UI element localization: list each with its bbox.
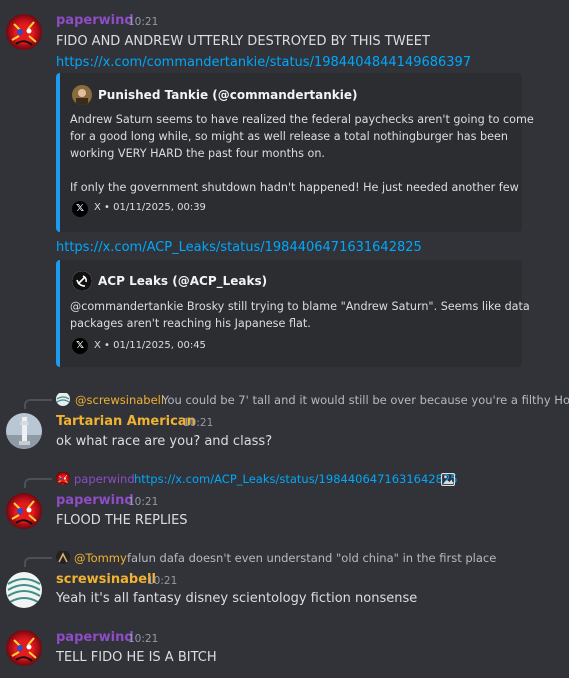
x-logo-icon: 𝕏 (72, 201, 88, 217)
message-timestamp: 10:21 (147, 575, 178, 587)
username-screwsinabell[interactable]: screwsinabell (56, 572, 156, 587)
embed-description: @commandertankie Brosky still trying to … (70, 298, 530, 332)
embed-author-avatar (72, 85, 92, 105)
embed-line: working VERY HARD the past four months o… (70, 147, 325, 160)
embed-line: for a good long while, so might as well … (70, 130, 509, 143)
message-timestamp: 10:21 (128, 633, 159, 645)
image-icon (440, 471, 456, 487)
embed-author[interactable]: Punished Tankie (@commandertankie) (98, 88, 358, 102)
tweet-link-2[interactable]: https://x.com/ACP_Leaks/status/198440647… (56, 240, 422, 255)
reply-avatar[interactable] (56, 471, 70, 485)
message-timestamp: 10:21 (128, 16, 159, 28)
message-text: FLOOD THE REPLIES (56, 513, 188, 528)
message-text: ok what race are you? and class? (56, 434, 273, 449)
avatar-paperwind[interactable] (6, 14, 42, 50)
embed-author-avatar (72, 271, 92, 291)
avatar-paperwind[interactable] (6, 630, 42, 666)
embed-footer: X • 01/11/2025, 00:39 (94, 202, 206, 213)
embed-footer: X • 01/11/2025, 00:45 (94, 340, 206, 351)
reply-username[interactable]: paperwind (74, 472, 135, 486)
message-text: FIDO AND ANDREW UTTERLY DESTROYED BY THI… (56, 34, 430, 49)
tweet-embed-2[interactable]: ACP Leaks (@ACP_Leaks) @commandertankie … (56, 260, 530, 367)
username-paperwind[interactable]: paperwind (56, 493, 134, 508)
username-paperwind[interactable]: paperwind (56, 13, 134, 28)
message-timestamp: 10:21 (128, 496, 159, 508)
tweet-link-1[interactable]: https://x.com/commandertankie/status/198… (56, 55, 471, 70)
username-tartarian-american[interactable]: Tartarian American (56, 414, 196, 429)
reply-spine (24, 399, 52, 409)
avatar-screwsinabell[interactable] (6, 572, 42, 608)
embed-line: packages aren't reaching his Japanese fl… (70, 317, 311, 330)
reply-avatar[interactable] (56, 392, 70, 406)
embed-line: @commandertankie Brosky still trying to … (70, 300, 530, 313)
reply-preview-text[interactable]: falun dafa doesn't even understand "old … (127, 551, 496, 565)
avatar-tartarian-american[interactable] (6, 413, 42, 449)
reply-avatar[interactable] (56, 550, 70, 564)
reply-username[interactable]: @screwsinabell (75, 393, 164, 407)
reply-preview-text[interactable]: You could be 7' tall and it would still … (162, 393, 569, 407)
message-timestamp: 10:21 (183, 417, 214, 429)
message-text: Yeah it's all fantasy disney scientology… (56, 591, 418, 606)
embed-line: Andrew Saturn seems to have realized the… (70, 113, 534, 126)
embed-author[interactable]: ACP Leaks (@ACP_Leaks) (98, 274, 267, 288)
avatar-paperwind[interactable] (6, 493, 42, 529)
reply-spine (24, 557, 52, 567)
message-text: TELL FIDO HE IS A BITCH (56, 650, 217, 665)
reply-username[interactable]: @Tommy (74, 551, 127, 565)
x-logo-icon: 𝕏 (72, 338, 88, 354)
reply-spine (24, 478, 52, 488)
embed-line: If only the government shutdown hadn't h… (70, 181, 519, 194)
embed-description: Andrew Saturn seems to have realized the… (70, 111, 534, 196)
username-paperwind[interactable]: paperwind (56, 630, 134, 645)
tweet-embed-1[interactable]: Punished Tankie (@commandertankie) Andre… (56, 73, 534, 232)
reply-preview-text[interactable]: https://x.com/ACP_Leaks/status/198440647… (134, 472, 458, 486)
